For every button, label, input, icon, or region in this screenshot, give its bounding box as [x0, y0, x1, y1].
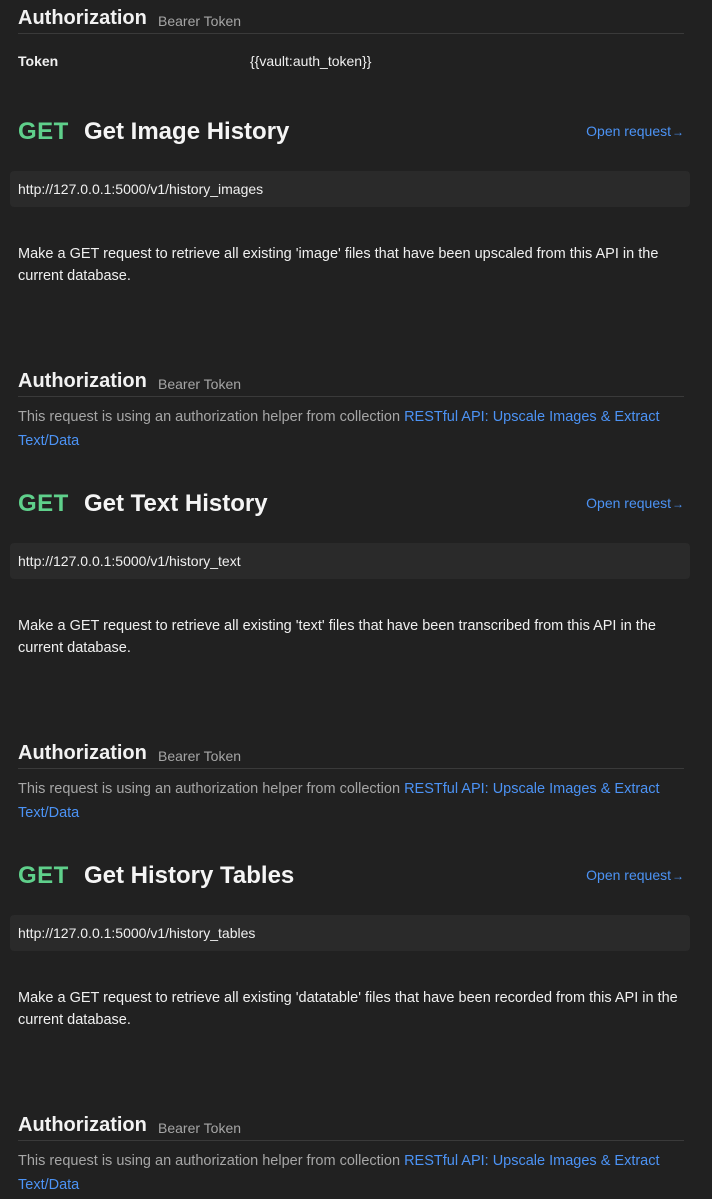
request-title: Get Text History: [84, 490, 268, 517]
auth-helper-note: This request is using an authorization h…: [18, 777, 684, 825]
auth-type: Bearer Token: [158, 376, 242, 392]
request-description: Make a GET request to retrieve all exist…: [18, 618, 656, 656]
method-badge: GET: [18, 118, 69, 145]
auth-helper-text: This request is using an authorization h…: [18, 409, 405, 425]
auth-type: Bearer Token: [158, 748, 242, 764]
request-title: Get Image History: [84, 118, 290, 145]
request-description: Make a GET request to retrieve all exist…: [18, 990, 678, 1028]
method-badge: GET: [18, 490, 69, 517]
request-url[interactable]: http://127.0.0.1:5000/v1/history_images: [10, 171, 690, 207]
open-request-link[interactable]: Open request→: [586, 123, 684, 139]
arrow-right-icon: →: [672, 125, 684, 139]
auth-title: Authorization: [18, 370, 147, 392]
token-value: {{vault:auth_token}}: [250, 53, 372, 69]
arrow-right-icon: →: [672, 869, 684, 883]
request-header-text-history: GET Get Text History Open request→: [18, 490, 684, 524]
auth-header: Authorization Bearer Token: [18, 1110, 684, 1141]
auth-helper-note: This request is using an authorization h…: [18, 405, 684, 453]
open-request-link[interactable]: Open request→: [586, 867, 684, 883]
request-description: Make a GET request to retrieve all exist…: [18, 246, 659, 284]
auth-title: Authorization: [18, 1114, 147, 1136]
open-request-label[interactable]: Open request: [586, 123, 671, 139]
request-url[interactable]: http://127.0.0.1:5000/v1/history_text: [10, 543, 690, 579]
open-request-link[interactable]: Open request→: [586, 495, 684, 511]
open-request-label[interactable]: Open request: [586, 867, 671, 883]
auth-type: Bearer Token: [158, 13, 242, 29]
request-header-history-tables: GET Get History Tables Open request→: [18, 862, 684, 896]
auth-helper-text: This request is using an authorization h…: [18, 1153, 405, 1169]
arrow-right-icon: →: [672, 497, 684, 511]
auth-helper-text: This request is using an authorization h…: [18, 781, 405, 797]
request-url[interactable]: http://127.0.0.1:5000/v1/history_tables: [10, 915, 690, 951]
auth-type: Bearer Token: [158, 1120, 242, 1136]
top-auth-header: Authorization Bearer Token: [18, 3, 684, 34]
auth-helper-note: This request is using an authorization h…: [18, 1149, 684, 1197]
auth-title: Authorization: [18, 742, 147, 764]
request-title: Get History Tables: [84, 862, 295, 889]
auth-header: Authorization Bearer Token: [18, 738, 684, 769]
auth-title: Authorization: [18, 7, 147, 29]
request-header-image-history: GET Get Image History Open request→: [18, 118, 684, 152]
token-label: Token: [18, 53, 59, 69]
auth-header: Authorization Bearer Token: [18, 366, 684, 397]
method-badge: GET: [18, 862, 69, 889]
open-request-label[interactable]: Open request: [586, 495, 671, 511]
